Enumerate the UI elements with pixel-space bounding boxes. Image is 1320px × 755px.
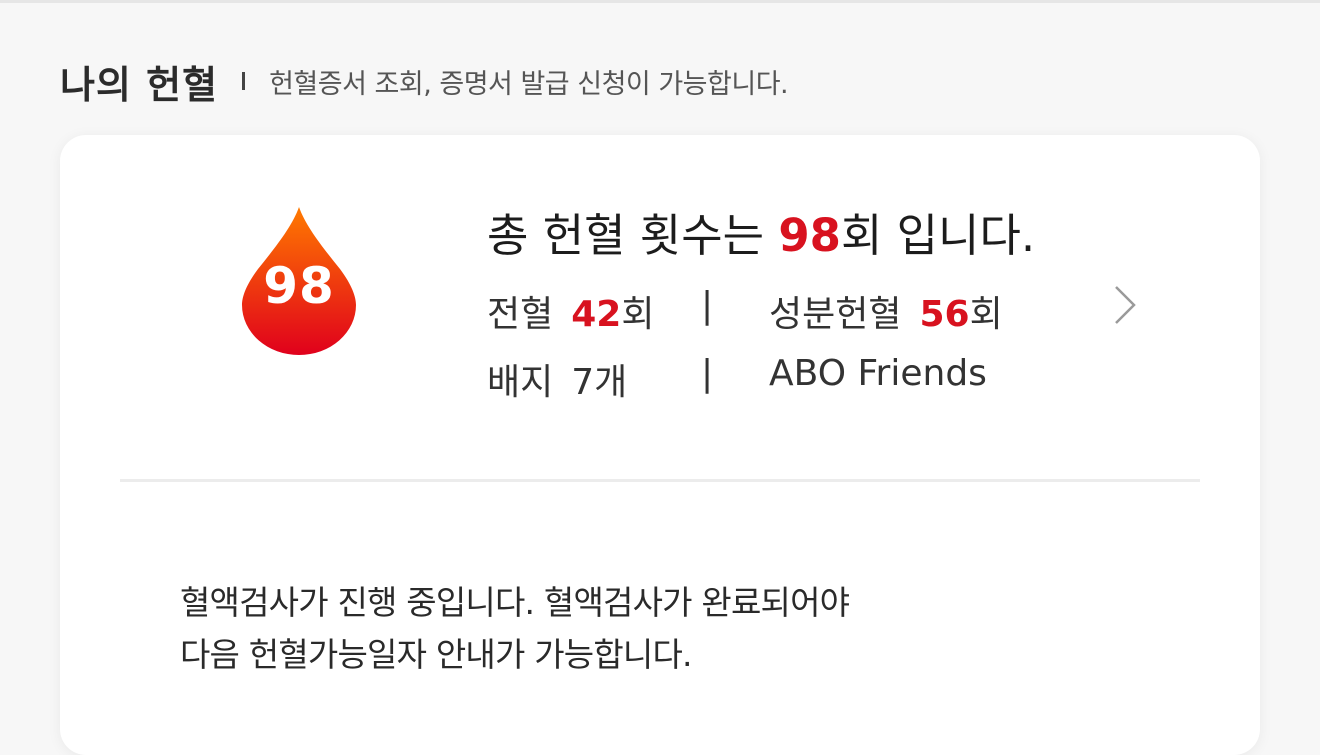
component-count: 56 — [919, 294, 970, 335]
top-divider — [0, 0, 1320, 3]
badge-value: 7개 — [571, 362, 628, 403]
component-label: 성분헌혈 — [769, 294, 902, 335]
component-stat: 성분헌혈 56회 — [769, 285, 1003, 337]
page-header: 나의 헌혈 헌혈증서 조회, 증명서 발급 신청이 가능합니다. — [60, 56, 789, 107]
total-donation-summary: 총 헌혈 횟수는 98회 입니다. — [487, 199, 1035, 264]
notice-line: 혈액검사가 진행 중입니다. 혈액검사가 완료되어야 — [180, 583, 850, 622]
donation-summary-card[interactable]: 98 총 헌혈 횟수는 98회 입니다. 전혈 42회 | 성분헌혈 56회 배지 7… — [60, 135, 1260, 755]
blood-drop-badge: 98 — [240, 205, 358, 355]
notice-line: 다음 헌혈가능일자 안내가 가능합니다. — [180, 635, 693, 674]
summary-count: 98 — [778, 209, 841, 262]
card-divider — [120, 479, 1200, 482]
summary-prefix: 총 헌혈 횟수는 — [487, 209, 779, 262]
badge-label: 배지 — [487, 362, 554, 403]
club-name: ABO Friends — [769, 353, 987, 394]
whole-blood-count: 42 — [571, 294, 622, 335]
whole-blood-label: 전혈 — [487, 294, 554, 335]
stat-separator: | — [701, 353, 714, 394]
page-title: 나의 헌혈 — [60, 62, 219, 107]
chevron-right-icon[interactable] — [1110, 283, 1140, 327]
header-separator — [242, 72, 246, 90]
page-description: 헌혈증서 조회, 증명서 발급 신청이 가능합니다. — [269, 68, 789, 100]
blood-test-notice: 혈액검사가 진행 중입니다. 혈액검사가 완료되어야 다음 헌혈가능일자 안내가… — [180, 577, 850, 681]
drop-count: 98 — [263, 257, 335, 315]
badge-stat: 배지 7개 — [487, 353, 627, 405]
stat-separator: | — [701, 285, 714, 326]
summary-suffix: 회 입니다. — [840, 209, 1036, 262]
whole-blood-stat: 전혈 42회 — [487, 285, 654, 337]
whole-blood-unit: 회 — [621, 294, 655, 335]
component-unit: 회 — [969, 294, 1003, 335]
